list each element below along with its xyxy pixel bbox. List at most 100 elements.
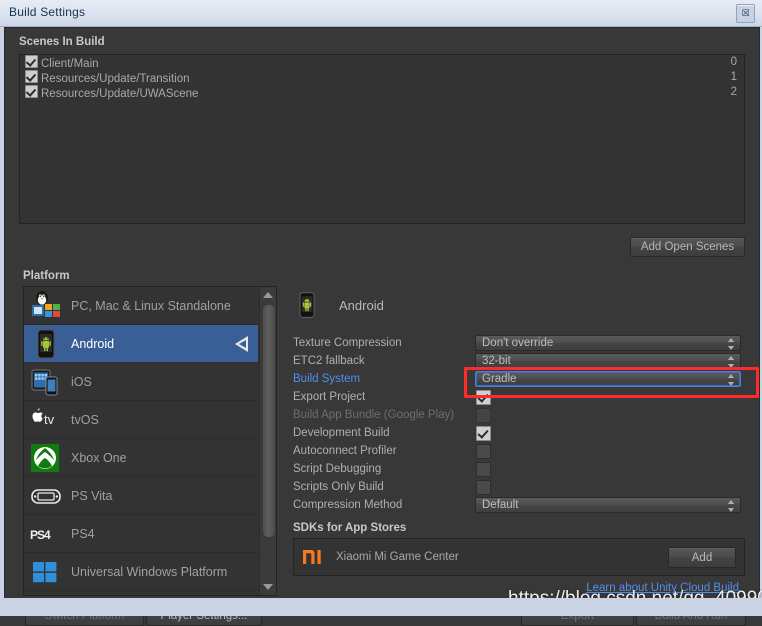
platform-list-scrollbar[interactable]: [259, 287, 276, 595]
editor-body: Scenes In Build Client/Main 0 Resources/…: [4, 27, 760, 626]
sdk-name: Xiaomi Mi Game Center: [336, 551, 459, 563]
scenes-in-build-title: Scenes In Build: [19, 36, 105, 48]
standalone-icon: [30, 290, 62, 321]
chevron-updown-icon: [728, 338, 735, 350]
setting-label: Development Build: [293, 427, 390, 439]
platform-item-ps-vita[interactable]: PS Vita: [24, 477, 258, 515]
scene-checkbox[interactable]: [25, 85, 38, 98]
xiaomi-mi-icon: [302, 547, 324, 567]
setting-texture-compression: Texture Compression Don't override: [293, 335, 743, 351]
windows-icon: [30, 557, 62, 587]
platform-item-webgl[interactable]: HTML WebGL: [24, 591, 258, 596]
tvos-icon: tv: [30, 405, 62, 435]
scroll-up-icon[interactable]: [263, 292, 273, 298]
psvita-icon: [30, 481, 62, 511]
xbox-icon: [30, 443, 62, 473]
add-open-scenes-button[interactable]: Add Open Scenes: [630, 237, 745, 257]
scene-checkbox[interactable]: [25, 55, 38, 68]
scene-name: Resources/Update/UWAScene: [41, 88, 199, 100]
setting-label: Build System: [293, 373, 361, 385]
platform-item-ios[interactable]: iOS: [24, 363, 258, 401]
setting-label: Script Debugging: [293, 463, 382, 475]
setting-build-system: Build System Gradle: [293, 371, 743, 387]
platform-item-ps4[interactable]: PS4 PS4: [24, 515, 258, 553]
compression-method-dropdown[interactable]: Default: [475, 497, 741, 513]
android-icon: [30, 329, 62, 359]
scene-index: 2: [730, 86, 737, 98]
window-title: Build Settings: [9, 5, 86, 19]
setting-label: Texture Compression: [293, 337, 402, 349]
setting-label: Build App Bundle (Google Play): [293, 409, 455, 421]
platform-item-android[interactable]: Android: [24, 325, 258, 363]
svg-text:PS4: PS4: [30, 528, 51, 542]
scene-row[interactable]: Resources/Update/Transition 1: [20, 70, 744, 85]
android-settings-panel: Texture Compression Don't override ETC2 …: [293, 335, 743, 515]
setting-label: Scripts Only Build: [293, 481, 384, 493]
texture-compression-dropdown[interactable]: Don't override: [475, 335, 741, 351]
setting-script-debugging: Script Debugging: [293, 461, 743, 477]
android-icon: [293, 290, 325, 320]
platform-list[interactable]: PC, Mac & Linux Standalone Android iOS t…: [23, 286, 277, 596]
platform-item-xbox-one[interactable]: Xbox One: [24, 439, 258, 477]
scenes-in-build-list[interactable]: Client/Main 0 Resources/Update/Transitio…: [19, 54, 745, 224]
script-debugging-checkbox[interactable]: [476, 462, 491, 477]
scene-row[interactable]: Client/Main 0: [20, 55, 744, 70]
platform-item-label: Xbox One: [71, 450, 127, 465]
build-system-dropdown[interactable]: Gradle: [475, 371, 741, 387]
scene-checkbox[interactable]: [25, 70, 38, 83]
sdks-for-app-stores-title: SDKs for App Stores: [293, 522, 407, 534]
selected-platform-name: Android: [339, 297, 384, 313]
scene-name: Client/Main: [41, 58, 99, 70]
platform-item-label: Android: [71, 336, 115, 351]
chevron-updown-icon: [728, 500, 735, 512]
setting-autoconnect-profiler: Autoconnect Profiler: [293, 443, 743, 459]
scroll-down-icon[interactable]: [263, 584, 273, 590]
setting-export-project: Export Project: [293, 389, 743, 405]
svg-text:tv: tv: [44, 412, 55, 427]
title-bar: Build Settings ☒: [0, 0, 762, 27]
platform-item-label: PS Vita: [71, 488, 113, 503]
unity-active-platform-icon: [235, 335, 248, 352]
setting-label: Autoconnect Profiler: [293, 445, 397, 457]
setting-build-app-bundle: Build App Bundle (Google Play): [293, 407, 743, 423]
platform-title: Platform: [23, 270, 70, 282]
scrollbar-thumb[interactable]: [262, 304, 276, 538]
scene-row[interactable]: Resources/Update/UWAScene 2: [20, 85, 744, 100]
platform-item-label: tvOS: [71, 412, 99, 427]
ios-icon: [30, 367, 62, 397]
scripts-only-build-checkbox[interactable]: [476, 480, 491, 495]
platform-item-uwp[interactable]: Universal Windows Platform: [24, 553, 258, 591]
html5-icon: HTML: [30, 595, 62, 596]
scene-index: 1: [730, 71, 737, 83]
setting-label: Compression Method: [293, 499, 403, 511]
ps4-icon: PS4: [30, 519, 62, 549]
platform-item-standalone[interactable]: PC, Mac & Linux Standalone: [24, 287, 258, 325]
etc2-fallback-dropdown[interactable]: 32-bit: [475, 353, 741, 369]
close-icon[interactable]: ☒: [736, 4, 755, 23]
sdk-row: Xiaomi Mi Game Center Add: [294, 539, 744, 575]
export-project-checkbox[interactable]: [476, 390, 491, 405]
build-app-bundle-checkbox: [476, 408, 491, 423]
platform-item-label: PC, Mac & Linux Standalone: [71, 298, 231, 313]
platform-item-label: Universal Windows Platform: [71, 564, 228, 579]
setting-label: ETC2 fallback: [293, 355, 365, 367]
autoconnect-profiler-checkbox[interactable]: [476, 444, 491, 459]
setting-scripts-only-build: Scripts Only Build: [293, 479, 743, 495]
window-bottom-strip: [0, 598, 762, 616]
platform-item-tvos[interactable]: tv tvOS: [24, 401, 258, 439]
scene-index: 0: [730, 56, 737, 68]
chevron-updown-icon: [728, 356, 735, 368]
scene-name: Resources/Update/Transition: [41, 73, 190, 85]
platform-item-label: iOS: [71, 374, 92, 389]
setting-etc2-fallback: ETC2 fallback 32-bit: [293, 353, 743, 369]
chevron-updown-icon: [728, 374, 735, 386]
setting-label: Export Project: [293, 391, 366, 403]
sdk-list: Xiaomi Mi Game Center Add: [293, 538, 745, 576]
platform-item-label: PS4: [71, 526, 95, 541]
selected-platform-header: Android: [293, 290, 384, 320]
setting-development-build: Development Build: [293, 425, 743, 441]
setting-compression-method: Compression Method Default: [293, 497, 743, 513]
development-build-checkbox[interactable]: [476, 426, 491, 441]
build-settings-window: Build Settings ☒ Scenes In Build Client/…: [0, 0, 762, 626]
sdk-add-button[interactable]: Add: [668, 547, 736, 568]
